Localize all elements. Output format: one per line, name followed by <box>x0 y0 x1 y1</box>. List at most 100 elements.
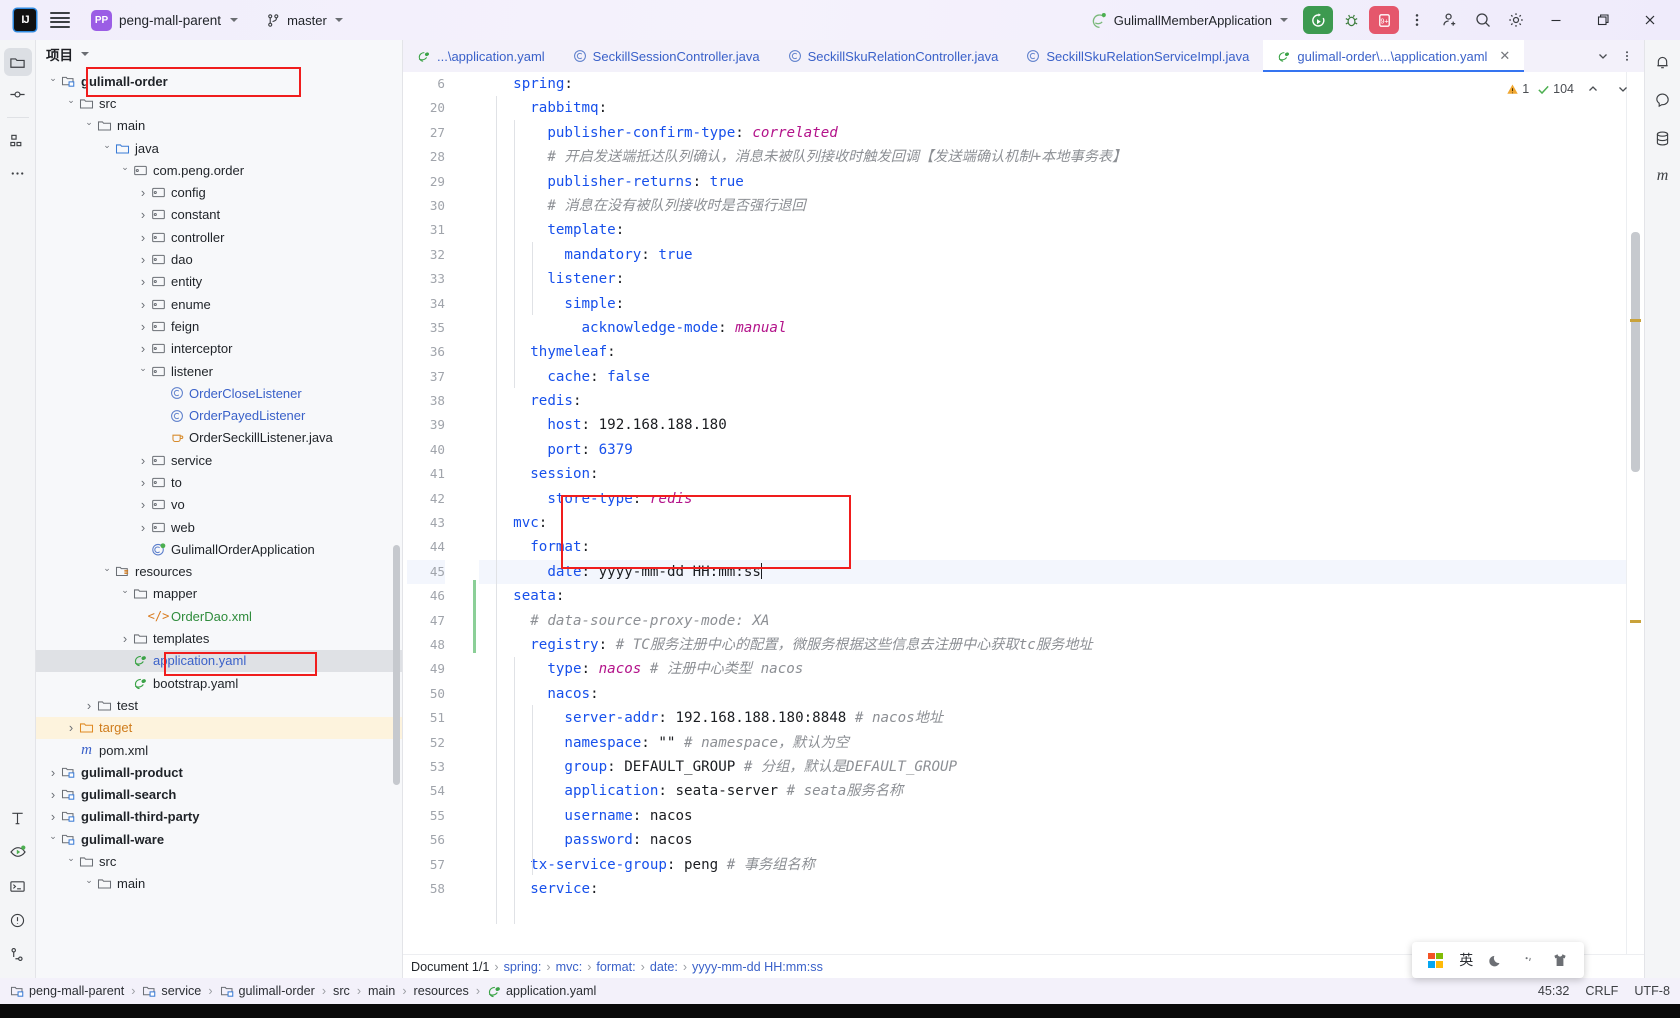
tree-node-ordercloselistener[interactable]: OrderCloseListener <box>36 382 402 404</box>
chevron-right-icon[interactable] <box>136 185 150 200</box>
tree-node-gulimall-third-party[interactable]: gulimall-third-party <box>36 806 402 828</box>
tree-node-application-yaml[interactable]: application.yaml <box>36 649 402 673</box>
code-editor[interactable]: 6 20 27 28 29 30 31 32 33 34 35 36 37 38 39 40 41 42 43 44 4… <box>403 72 1644 954</box>
services-button[interactable]: 9+ <box>1369 6 1399 34</box>
code-content[interactable]: spring: rabbitmq: publisher-confirm-type… <box>479 72 1626 954</box>
editor-tab[interactable]: SeckillSkuRelationController.java <box>774 40 1013 72</box>
chevron-right-icon[interactable] <box>136 475 150 490</box>
main-menu-button[interactable] <box>50 12 70 28</box>
tree-node-templates[interactable]: templates <box>36 627 402 649</box>
tree-node-orderdao-xml[interactable]: </> OrderDao.xml <box>36 605 402 627</box>
code-line[interactable]: store-type: redis <box>479 487 1626 511</box>
chevron-down-icon[interactable] <box>64 98 78 109</box>
tree-node-main[interactable]: main <box>36 115 402 137</box>
tree-node-gulimallorderapplication[interactable]: GulimallOrderApplication <box>36 538 402 560</box>
chevron-down-icon[interactable] <box>136 366 150 377</box>
code-line[interactable]: template: <box>479 218 1626 242</box>
sidebar-item-run[interactable] <box>4 838 32 866</box>
tree-node-gulimall-search[interactable]: gulimall-search <box>36 784 402 806</box>
code-line[interactable]: listener: <box>479 267 1626 291</box>
code-line[interactable]: server-addr: 192.168.188.180:8848 # naco… <box>479 706 1626 730</box>
project-tree-scrollbar[interactable] <box>393 545 400 785</box>
chevron-right-icon[interactable] <box>136 453 150 468</box>
document-breadcrumb-item[interactable]: mvc: <box>556 960 583 974</box>
code-line[interactable]: # 消息在没有被队列接收时是否强行退回 <box>479 194 1626 218</box>
editor-tab[interactable]: ...\application.yaml <box>403 40 559 72</box>
chevron-down-icon[interactable] <box>64 856 78 867</box>
code-line[interactable]: port: 6379 <box>479 438 1626 462</box>
sidebar-item-problems[interactable] <box>4 906 32 934</box>
code-line[interactable]: cache: false <box>479 365 1626 389</box>
status-breadcrumb-item[interactable]: gulimall-order <box>220 984 315 999</box>
code-line[interactable]: date: yyyy-mm-dd HH:mm:ss <box>479 559 1626 585</box>
status-breadcrumb-item[interactable]: service <box>142 984 201 999</box>
chevron-down-icon[interactable] <box>82 878 96 889</box>
code-line[interactable]: # 开启发送端抵达队列确认，消息未被队列接收时触发回调【发送端确认机制+本地事务… <box>479 145 1626 169</box>
code-line[interactable]: password: nacos <box>479 828 1626 852</box>
tree-node-gulimall-product[interactable]: gulimall-product <box>36 761 402 783</box>
chevron-down-icon[interactable] <box>82 120 96 131</box>
code-line[interactable]: application: seata-server # seata服务名称 <box>479 779 1626 803</box>
project-selector[interactable]: PP peng-mall-parent <box>84 7 245 34</box>
chevron-right-icon[interactable] <box>136 497 150 512</box>
gear-icon[interactable] <box>1501 6 1531 34</box>
chevron-right-icon[interactable] <box>136 207 150 222</box>
chevron-right-icon[interactable] <box>64 720 78 735</box>
tree-node-config[interactable]: config <box>36 181 402 203</box>
tree-node-entity[interactable]: entity <box>36 271 402 293</box>
status-breadcrumb[interactable]: peng-mall-parent › service › gulimall-order ›… <box>10 984 596 999</box>
run-button[interactable] <box>1303 6 1333 34</box>
database-icon[interactable] <box>1649 124 1677 152</box>
tree-node-controller[interactable]: controller <box>36 226 402 248</box>
project-panel-header[interactable]: 项目 <box>36 40 402 68</box>
tree-node-pom-xml[interactable]: m pom.xml <box>36 739 402 761</box>
code-line[interactable]: mvc: <box>479 511 1626 535</box>
document-breadcrumb-item[interactable]: yyyy-mm-dd HH:mm:ss <box>692 960 823 974</box>
tree-node-interceptor[interactable]: interceptor <box>36 338 402 360</box>
chevron-right-icon[interactable] <box>82 698 96 713</box>
tree-node-main[interactable]: main <box>36 873 402 895</box>
chevron-down-icon[interactable] <box>100 566 114 577</box>
editor-vertical-scrollbar[interactable] <box>1631 232 1640 472</box>
run-configuration-selector[interactable]: GulimallMemberApplication <box>1083 9 1296 32</box>
chevron-right-icon[interactable] <box>136 319 150 334</box>
tree-node-listener[interactable]: listener <box>36 360 402 382</box>
code-line[interactable]: spring: <box>479 72 1626 96</box>
code-line[interactable]: nacos: <box>479 682 1626 706</box>
chevron-right-icon[interactable] <box>136 520 150 535</box>
code-line[interactable]: simple: <box>479 292 1626 316</box>
tree-node-src[interactable]: src <box>36 92 402 114</box>
document-breadcrumb-item[interactable]: format: <box>596 960 635 974</box>
tree-node-gulimall-order[interactable]: gulimall-order <box>36 70 402 92</box>
status-breadcrumb-item[interactable]: main <box>368 984 395 998</box>
code-line[interactable]: tx-service-group: peng # 事务组名称 <box>479 853 1626 877</box>
chevron-right-icon[interactable] <box>46 765 60 780</box>
chevron-down-icon[interactable] <box>46 834 60 845</box>
code-line[interactable]: seata: <box>479 584 1626 608</box>
tree-node-com-peng-order[interactable]: com.peng.order <box>36 159 402 181</box>
chevron-down-icon[interactable] <box>118 165 132 176</box>
code-line[interactable]: mandatory: true <box>479 243 1626 267</box>
document-breadcrumb-item[interactable]: date: <box>650 960 678 974</box>
status-breadcrumb-item[interactable]: src <box>333 984 350 998</box>
comma-icon[interactable] <box>1521 953 1536 968</box>
tree-node-orderseckilllistener-java[interactable]: OrderSeckillListener.java <box>36 427 402 449</box>
editor-tab[interactable]: gulimall-order\...\application.yaml ✕ <box>1263 40 1525 72</box>
tree-node-feign[interactable]: feign <box>36 315 402 337</box>
tree-node-bootstrap-yaml[interactable]: bootstrap.yaml <box>36 672 402 694</box>
chevron-right-icon[interactable] <box>136 252 150 267</box>
notifications-icon[interactable] <box>1649 48 1677 76</box>
tree-node-to[interactable]: to <box>36 471 402 493</box>
ok-indicator[interactable]: 104 <box>1537 82 1574 96</box>
chevron-right-icon[interactable] <box>118 631 132 646</box>
tree-node-web[interactable]: web <box>36 516 402 538</box>
inspection-widget[interactable]: 1 104 <box>1506 78 1634 100</box>
code-line[interactable]: redis: <box>479 389 1626 413</box>
sidebar-item-project[interactable] <box>3 48 32 76</box>
code-line[interactable]: publisher-confirm-type: correlated <box>479 121 1626 145</box>
sidebar-item-structure[interactable] <box>4 127 32 155</box>
tab-options-icon[interactable] <box>1616 45 1638 67</box>
sidebar-item-commit[interactable] <box>4 80 32 108</box>
code-line[interactable]: # data-source-proxy-mode: XA <box>479 609 1626 633</box>
code-line[interactable]: registry: # TC服务注册中心的配置，微服务根据这些信息去注册中心获取… <box>479 633 1626 657</box>
